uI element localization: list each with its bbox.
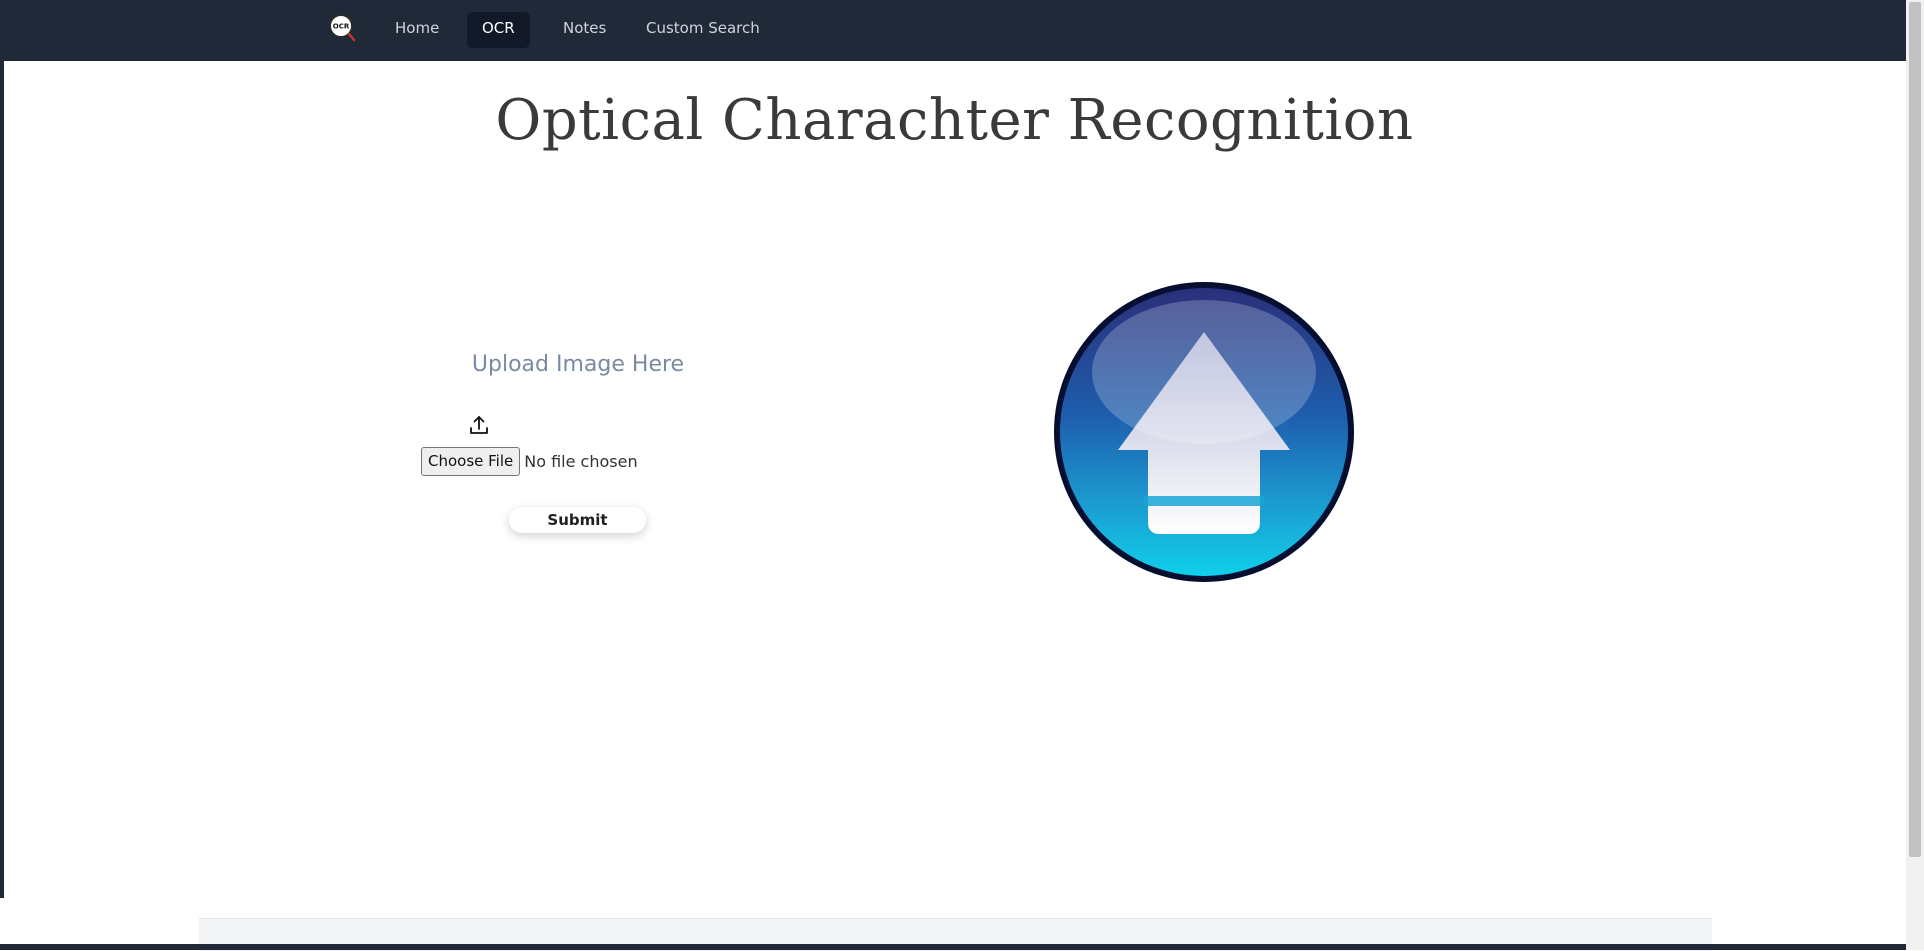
bottom-edge — [0, 944, 1906, 950]
file-input[interactable]: Choose File No file chosen — [421, 446, 638, 476]
navbar: OCR Home OCR Notes Custom Search — [4, 0, 1909, 61]
nav-custom-search[interactable]: Custom Search — [631, 12, 775, 48]
choose-file-button[interactable]: Choose File — [421, 446, 521, 476]
nav-notes[interactable]: Notes — [548, 12, 621, 48]
vertical-scrollbar[interactable] — [1906, 0, 1924, 950]
page-title: Optical Charachter Recognition — [495, 88, 1414, 153]
upload-arrow-circle-icon — [1054, 282, 1354, 582]
upload-icon — [470, 416, 488, 434]
nav-ocr[interactable]: OCR — [467, 12, 530, 48]
scrollbar-thumb[interactable] — [1909, 2, 1921, 857]
file-status: No file chosen — [524, 451, 638, 471]
logo-text: OCR — [333, 23, 350, 31]
ocr-logo-icon[interactable]: OCR — [328, 14, 356, 42]
submit-button[interactable]: Submit — [509, 507, 646, 533]
nav-home[interactable]: Home — [380, 12, 454, 48]
upload-heading: Upload Image Here — [471, 352, 685, 377]
